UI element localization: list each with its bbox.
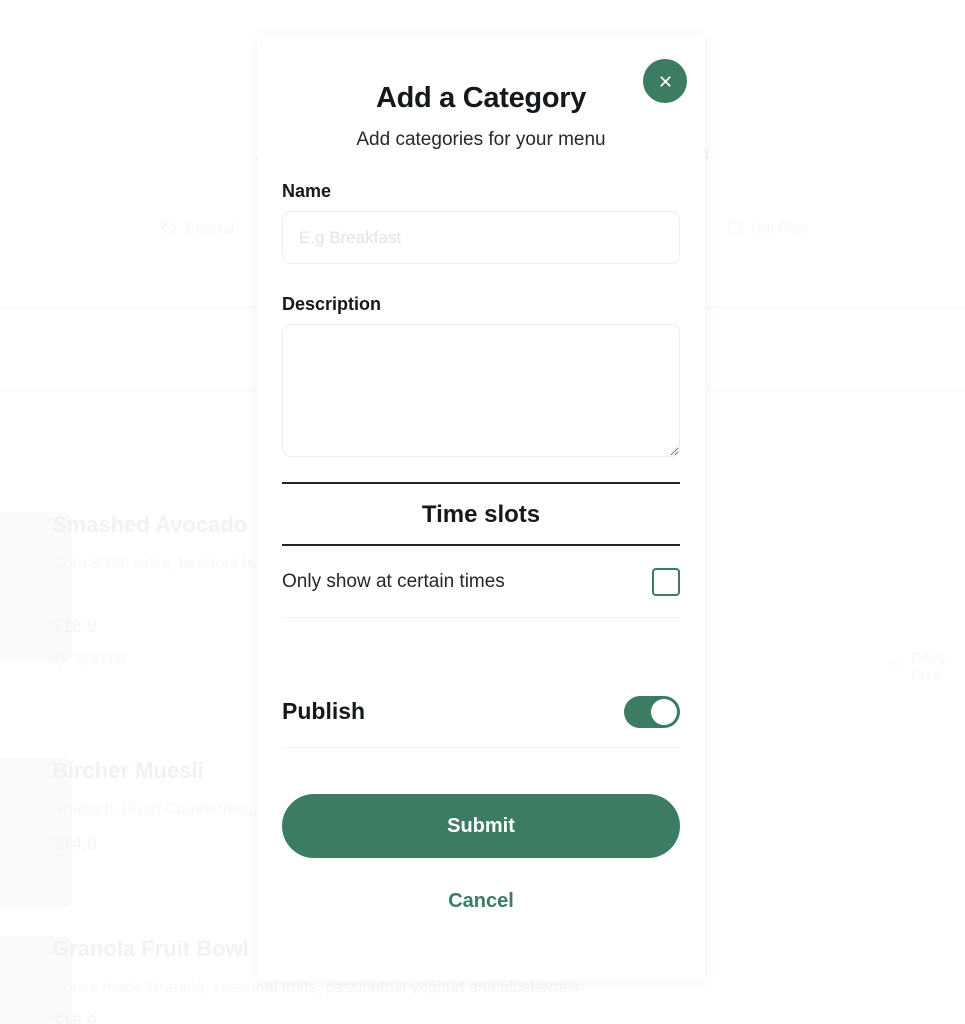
publish-label: Publish [282,698,366,724]
add-category-dialog: Add a Category Add categories for your m… [257,35,705,981]
publish-toggle[interactable] [624,695,680,728]
name-input[interactable] [282,211,680,264]
dialog-title: Add a Category [375,82,587,114]
description-field-label: Description [282,294,382,314]
dialog-subtitle: Add categories for your menu [356,129,606,150]
close-button[interactable] [643,59,687,103]
submit-button[interactable]: Submit [282,794,680,858]
name-field-label: Name [282,181,332,201]
publish-row[interactable]: Publish [282,676,680,748]
cancel-button[interactable]: Cancel [282,882,680,921]
only-show-label: Only show at certain times [282,570,505,592]
description-textarea[interactable] [282,324,680,457]
only-show-checkbox[interactable] [652,567,680,596]
time-slots-empty-area [282,618,680,676]
time-slots-heading: Time slots [282,482,680,546]
only-show-at-certain-times-row[interactable]: Only show at certain times [282,546,680,618]
close-icon [657,73,674,90]
app-root: Food, life and love ALL DAY BREAKFAST CO… [0,0,965,1024]
toggle-knob [651,698,677,725]
